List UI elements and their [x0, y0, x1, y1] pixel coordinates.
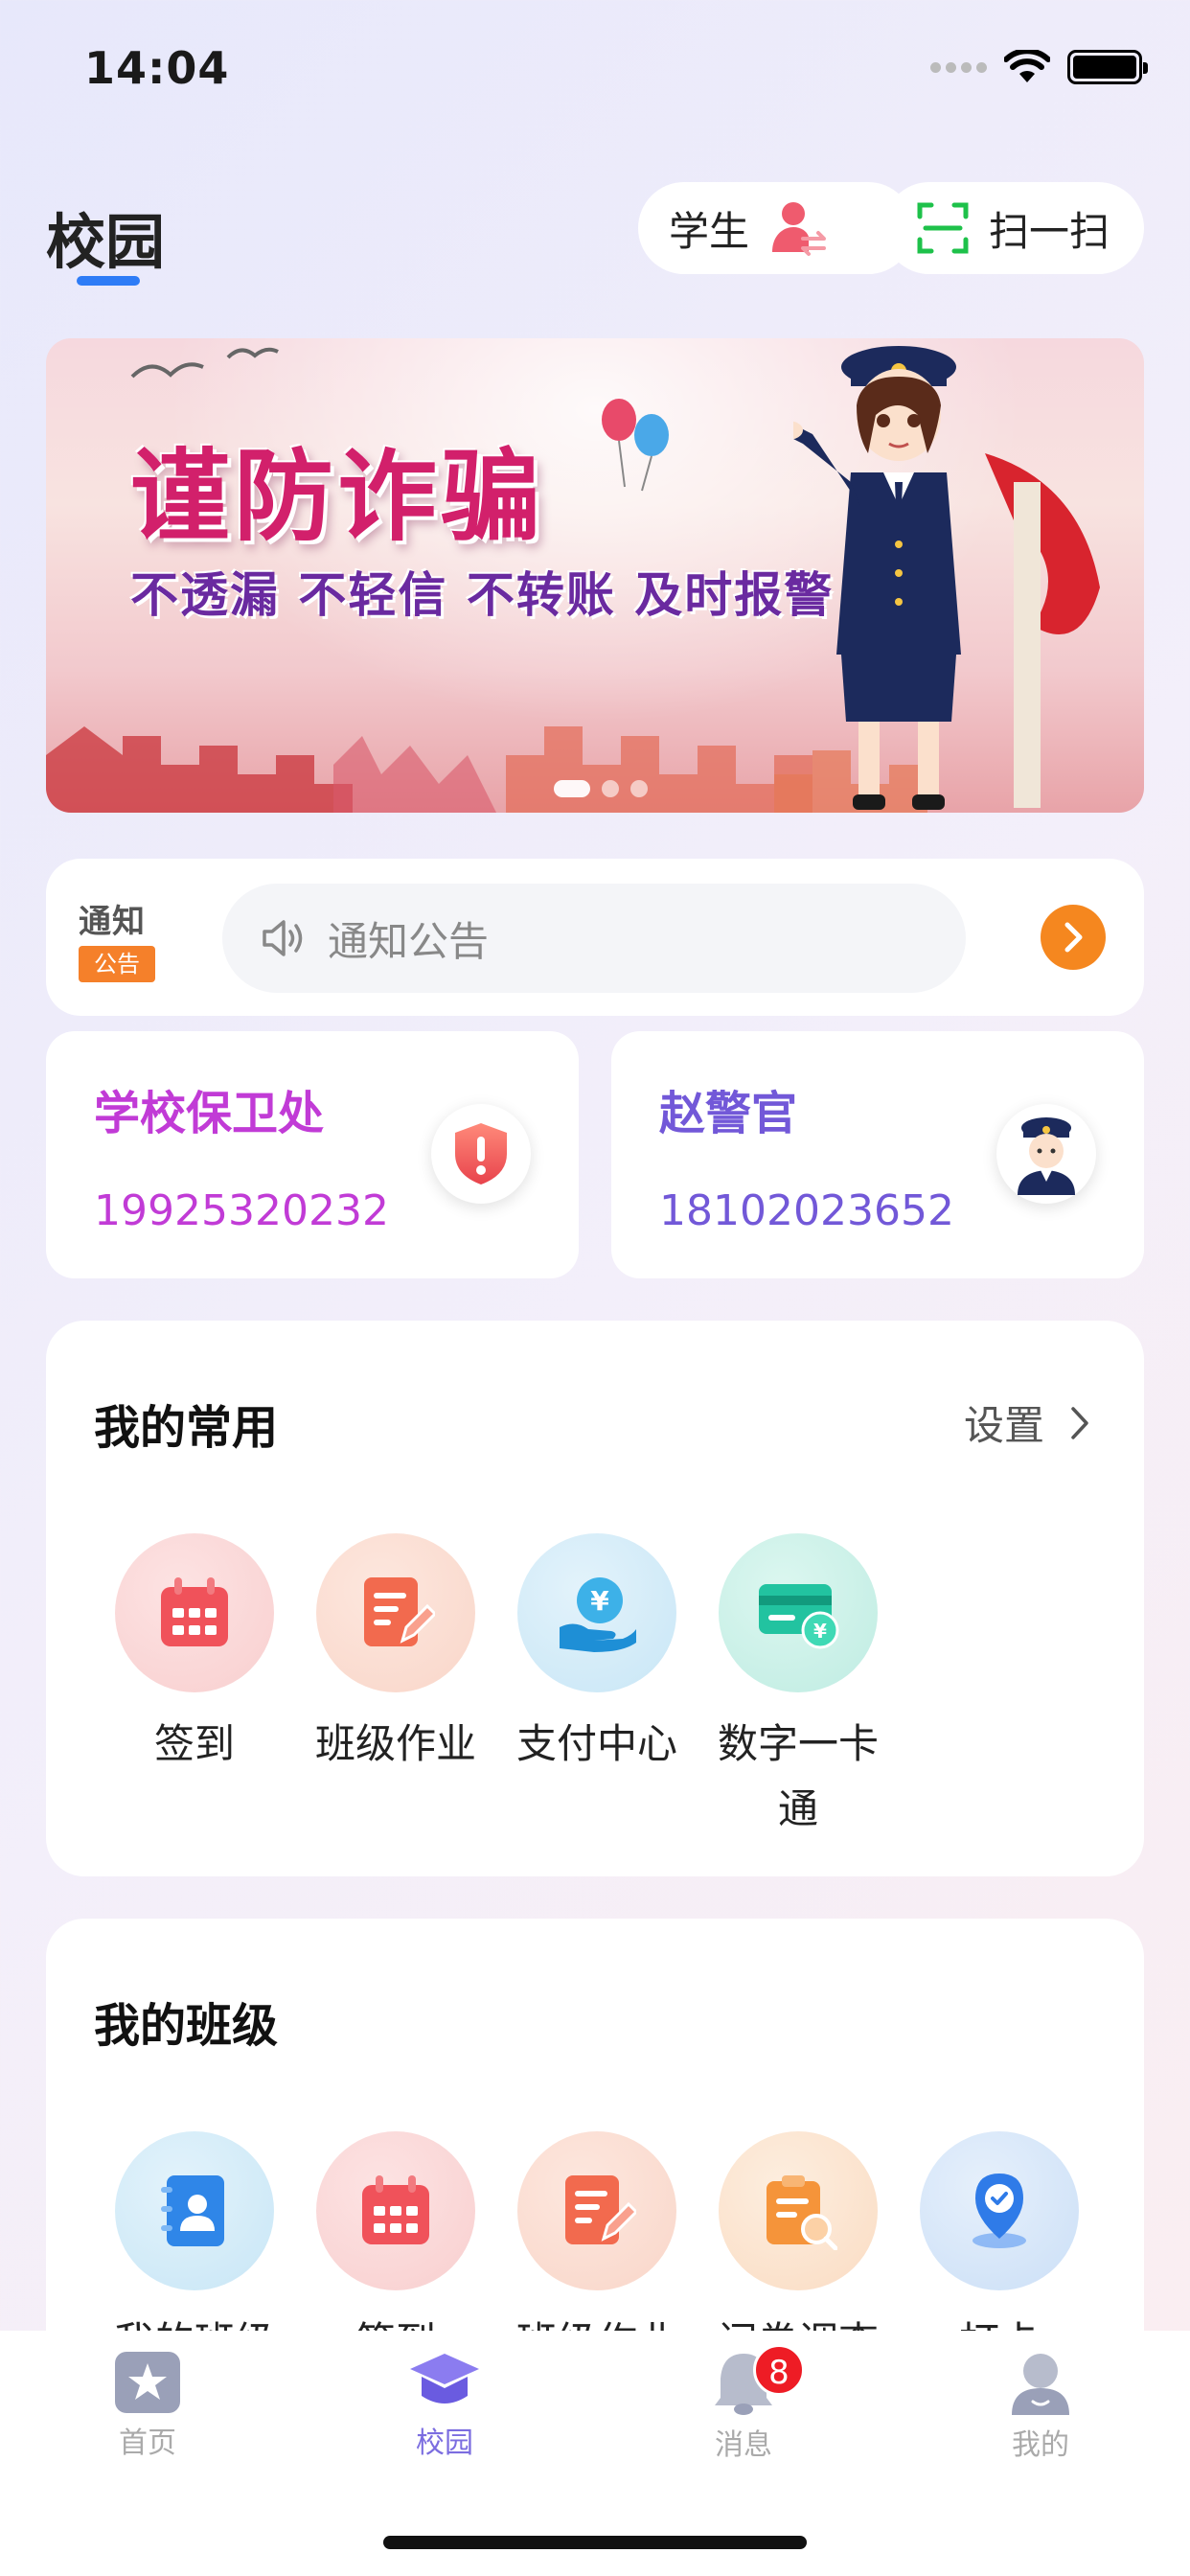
tab-label: 首页 [119, 2426, 176, 2460]
icon-circle [316, 2131, 475, 2290]
tab-label: 我的 [1012, 2428, 1069, 2462]
grid-item-checkin[interactable]: 签到 [94, 1533, 295, 1842]
section-title: 我的常用 [94, 1401, 279, 1455]
contact-card-officer[interactable]: 赵警官 18102023652 [611, 1031, 1144, 1278]
balloons-illustration [602, 399, 669, 492]
speaker-icon [263, 920, 303, 956]
contact-badge [431, 1104, 531, 1204]
carousel-dot [602, 780, 619, 797]
birds-illustration [130, 347, 279, 379]
payment-icon: ¥ [560, 1577, 636, 1652]
grid-label: 签到 [153, 1720, 235, 1767]
graduation-cap-icon [410, 2354, 479, 2404]
scan-label: 扫一扫 [989, 207, 1110, 255]
police-officer-illustration [793, 346, 1100, 810]
grid-label: 支付中心 [515, 1720, 677, 1767]
scan-icon [917, 202, 969, 254]
banner-title: 谨防诈骗 [130, 438, 545, 555]
carousel-dot [630, 780, 648, 797]
contact-name: 赵警官 [659, 1087, 798, 1140]
role-switch-button[interactable]: 学生 [638, 182, 914, 274]
calendar-icon [161, 1577, 228, 1646]
section-title: 我的班级 [94, 1999, 279, 2053]
title-underline [77, 276, 140, 286]
home-star-icon [115, 2352, 180, 2413]
role-label: 学生 [669, 207, 750, 255]
status-bar: 14:04 [0, 0, 1190, 134]
police-avatar-icon [1018, 1117, 1075, 1195]
svg-text:¥: ¥ [813, 1620, 827, 1643]
svg-text:¥: ¥ [590, 1585, 609, 1617]
status-icons [930, 50, 1148, 84]
settings-link[interactable]: 设置 [964, 1393, 1090, 1452]
grid-item-payment[interactable]: ¥ 支付中心 [496, 1533, 698, 1842]
grid-label: 数字一卡通 [717, 1720, 879, 1832]
shield-alert-icon [455, 1123, 507, 1184]
contact-phone[interactable]: 19925320232 [94, 1186, 389, 1235]
tab-home[interactable]: 首页 [61, 2350, 234, 2461]
banner-carousel[interactable]: 谨防诈骗 不透漏 不轻信 不转账 及时报警 [46, 338, 1144, 813]
contact-badge [996, 1104, 1096, 1204]
notice-logo-text: 通知 [79, 903, 146, 941]
settings-label: 设置 [963, 1402, 1044, 1449]
icon-circle [719, 2131, 878, 2290]
homework-icon [565, 2175, 636, 2244]
contact-name: 学校保卫处 [94, 1087, 325, 1140]
grid-item-card[interactable]: ¥ 数字一卡通 [698, 1533, 899, 1842]
tab-label: 校园 [416, 2426, 473, 2460]
home-indicator[interactable] [383, 2536, 807, 2549]
contacts-book-icon [161, 2175, 224, 2246]
status-time: 14:04 [84, 42, 230, 94]
common-functions-card: 我的常用 设置 签到 班级作业 ¥ 支付中心 ¥ 数字一卡通 [46, 1321, 1144, 1876]
homework-icon [364, 1577, 435, 1646]
carousel-dots [554, 780, 648, 797]
icon-circle [115, 1533, 274, 1692]
location-check-icon [973, 2174, 1026, 2248]
battery-icon [1067, 50, 1148, 84]
tab-profile[interactable]: 我的 [954, 2350, 1127, 2463]
card-icon: ¥ [759, 1584, 839, 1649]
tab-messages[interactable]: 8 消息 [657, 2344, 830, 2463]
chevron-right-icon [1064, 922, 1083, 953]
common-grid: 签到 班级作业 ¥ 支付中心 ¥ 数字一卡通 [94, 1533, 899, 1842]
cellular-signal-icon [930, 61, 987, 73]
profile-icon [1012, 2354, 1069, 2415]
icon-circle: ¥ [517, 1533, 676, 1692]
notice-field[interactable]: 通知公告 [222, 884, 966, 993]
banner-subtitle: 不透漏 不轻信 不转账 及时报警 [130, 567, 835, 623]
calendar-icon [362, 2175, 429, 2244]
notice-arrow-button[interactable] [1041, 905, 1106, 970]
contact-card-security[interactable]: 学校保卫处 19925320232 [46, 1031, 579, 1278]
survey-icon [767, 2175, 837, 2250]
notice-logo-tag: 公告 [79, 946, 155, 982]
header: 校园 学生 扫一扫 [46, 182, 1144, 297]
icon-circle [920, 2131, 1079, 2290]
tab-campus[interactable]: 校园 [358, 2350, 531, 2461]
grid-label: 班级作业 [314, 1720, 476, 1767]
unread-badge: 8 [753, 2344, 805, 2396]
icon-circle [517, 2131, 676, 2290]
icon-circle [316, 1533, 475, 1692]
contact-phone[interactable]: 18102023652 [659, 1186, 954, 1235]
notice-bar[interactable]: 通知 公告 通知公告 [46, 859, 1144, 1016]
page-title: 校园 [46, 207, 166, 277]
switch-user-icon [772, 202, 827, 256]
scan-button[interactable]: 扫一扫 [883, 182, 1144, 274]
carousel-dot [554, 780, 590, 797]
notice-placeholder: 通知公告 [328, 917, 490, 965]
chevron-right-icon [1071, 1406, 1088, 1439]
tab-label: 消息 [715, 2428, 772, 2462]
wifi-icon [1004, 50, 1050, 82]
icon-circle: ¥ [719, 1533, 878, 1692]
grid-item-homework[interactable]: 班级作业 [295, 1533, 496, 1842]
icon-circle [115, 2131, 274, 2290]
notice-logo: 通知 公告 [79, 895, 157, 982]
